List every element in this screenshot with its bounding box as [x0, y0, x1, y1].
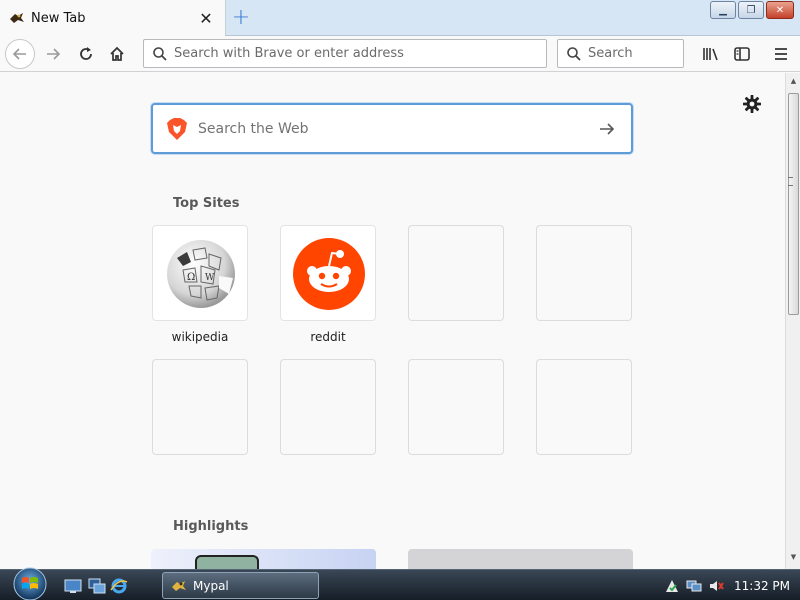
highlight-card[interactable]	[408, 549, 633, 569]
highlight-card[interactable]	[151, 549, 376, 569]
clock[interactable]: 11:32 PM	[734, 579, 790, 593]
search-bar[interactable]	[557, 39, 684, 68]
tab-title: New Tab	[31, 10, 86, 26]
web-search-input[interactable]	[198, 120, 588, 137]
top-site-empty-slot	[536, 225, 632, 321]
scroll-up-arrow-icon[interactable]: ▲	[789, 77, 798, 89]
page-scrollbar[interactable]: ▲ ▼	[785, 73, 800, 569]
top-site-reddit[interactable]	[280, 225, 376, 321]
search-input[interactable]	[588, 46, 678, 61]
top-site-empty-slot	[408, 359, 504, 455]
url-input[interactable]	[174, 46, 534, 61]
wikipedia-globe-icon: Ω W	[167, 240, 235, 308]
library-icon	[703, 48, 718, 61]
home-button[interactable]	[103, 40, 131, 68]
back-button[interactable]	[5, 39, 35, 69]
taskbar-button-mypal[interactable]: Mypal	[162, 572, 319, 599]
hamburger-menu-icon	[775, 48, 787, 60]
scrollbar-thumb[interactable]	[788, 93, 799, 315]
taskbar: Mypal 11:32 PM	[0, 566, 800, 600]
action-center-check-icon[interactable]	[664, 578, 680, 594]
scroll-down-arrow-icon[interactable]: ▼	[789, 553, 798, 565]
top-site-label: wikipedia	[171, 330, 229, 344]
arrow-right-icon[interactable]	[597, 119, 617, 139]
reload-icon	[80, 47, 92, 60]
url-bar[interactable]	[143, 39, 547, 68]
show-desktop-icon[interactable]	[64, 578, 82, 594]
reddit-snoo-icon	[293, 238, 365, 310]
library-button[interactable]	[697, 40, 725, 68]
back-arrow-icon	[12, 48, 26, 60]
reload-button[interactable]	[72, 40, 100, 68]
tab-strip: New Tab ✕ + ▁ ❐ ✕	[0, 0, 800, 36]
highlights-heading: Highlights	[173, 519, 249, 534]
search-icon	[567, 46, 581, 61]
gear-icon[interactable]	[742, 94, 762, 114]
highlight-thumbnail	[195, 555, 259, 569]
search-icon	[153, 46, 167, 61]
new-tab-button[interactable]: +	[228, 4, 254, 30]
internet-explorer-icon[interactable]	[110, 578, 128, 594]
network-icon[interactable]	[686, 578, 702, 594]
top-site-empty-slot	[536, 359, 632, 455]
top-site-wikipedia[interactable]: Ω W	[152, 225, 248, 321]
nav-toolbar	[0, 36, 800, 72]
mypal-app-icon	[172, 580, 186, 591]
top-site-label: reddit	[310, 330, 346, 344]
system-tray: 11:32 PM	[664, 570, 800, 600]
close-window-button[interactable]: ✕	[766, 1, 794, 19]
sidebar-icon	[734, 47, 750, 61]
scrollbar-grip	[788, 177, 793, 186]
minimize-button[interactable]: ▁	[710, 1, 736, 19]
forward-button[interactable]	[39, 40, 67, 68]
switch-windows-icon[interactable]	[88, 578, 106, 594]
forward-arrow-icon	[47, 48, 61, 60]
sidebar-toggle-button[interactable]	[728, 40, 756, 68]
volume-muted-icon[interactable]	[708, 578, 724, 594]
top-site-empty-slot	[408, 225, 504, 321]
web-search-box[interactable]	[151, 103, 633, 154]
start-orb-icon[interactable]	[10, 566, 50, 600]
brave-lion-icon	[167, 117, 187, 140]
mypal-favicon-icon	[10, 13, 24, 23]
new-tab-page: Top Sites Ω W wikipedia	[0, 73, 785, 569]
tab-close-icon[interactable]: ✕	[195, 7, 217, 29]
svg-text:Ω: Ω	[187, 272, 195, 283]
window-controls: ▁ ❐ ✕	[710, 1, 794, 19]
svg-text:W: W	[205, 273, 215, 283]
tab-new-tab[interactable]: New Tab ✕	[0, 0, 226, 36]
home-icon	[110, 46, 124, 61]
maximize-button[interactable]: ❐	[738, 1, 764, 19]
menu-button[interactable]	[767, 40, 795, 68]
top-site-empty-slot	[152, 359, 248, 455]
taskbar-button-label: Mypal	[193, 578, 229, 593]
top-site-empty-slot	[280, 359, 376, 455]
top-sites-heading: Top Sites	[173, 196, 240, 211]
